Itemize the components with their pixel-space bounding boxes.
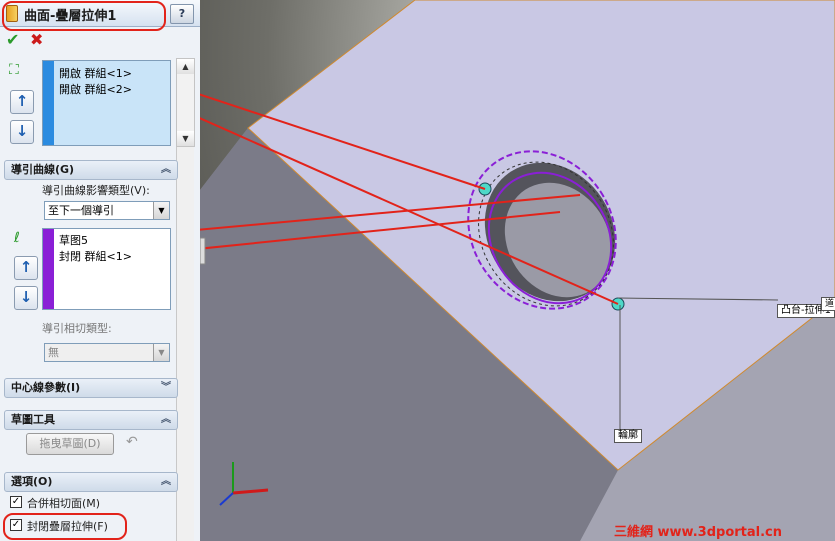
collapse-chevron-icon: ︽ [161, 414, 171, 425]
influence-type-value: 至下一個導引 [48, 204, 114, 217]
guide-item-1[interactable]: 草图5 [59, 232, 88, 248]
tangency-type-value: 無 [48, 346, 59, 359]
guide-move-down-button[interactable]: ↓ [14, 286, 38, 310]
profile-item-2[interactable]: 開啟 群組<2> [59, 81, 132, 97]
guide-move-up-button[interactable]: ↑ [14, 256, 38, 280]
options-heading: 選項(O) [11, 475, 53, 488]
influence-type-label: 導引曲線影響類型(V): [42, 184, 150, 197]
profile-move-down-button[interactable]: ↓ [10, 120, 34, 144]
tangency-type-select[interactable]: 無 ▼ [44, 343, 170, 362]
profile-label[interactable]: 輪廓 [614, 429, 642, 443]
watermark-text: 三維網 www.3dportal.cn [614, 525, 783, 540]
dropdown-arrow-icon[interactable]: ▼ [153, 344, 169, 361]
property-manager-panel: 曲面-疊層拉伸1 ? ✔ ✖ ⛶ ↑ ↓ 開啟 群組<1> 開啟 群組<2> ▲… [0, 0, 201, 541]
splitter-handle[interactable] [200, 237, 206, 265]
drag-sketch-button[interactable]: 拖曳草圖(D) [26, 433, 114, 455]
merge-tangent-label: 合併相切面(M) [27, 497, 101, 510]
expand-chevron-icon: ︾ [161, 382, 171, 393]
close-loft-highlight-oval [3, 513, 127, 540]
title-highlight-oval [2, 1, 166, 31]
profiles-list[interactable]: 開啟 群組<1> 開啟 群組<2> [42, 60, 171, 146]
profile-move-up-button[interactable]: ↑ [10, 90, 34, 114]
model-drawing [200, 0, 835, 541]
guide-curves-heading: 導引曲線(G) [11, 163, 75, 176]
guide-curve-icon: ℓ [14, 230, 20, 246]
graphics-viewport[interactable]: 凸台-拉伸1 道 輪廓 [200, 0, 835, 541]
collapse-chevron-icon: ︽ [161, 164, 171, 175]
dropdown-arrow-icon[interactable]: ▼ [153, 202, 169, 219]
help-button[interactable]: ? [170, 4, 194, 24]
guide-list-color-bar [43, 229, 54, 309]
ok-button[interactable]: ✔ [6, 30, 19, 49]
cancel-button[interactable]: ✖ [30, 30, 43, 49]
tangency-type-label: 導引相切類型: [42, 322, 112, 335]
undo-icon[interactable]: ↶ [126, 434, 138, 450]
collapse-chevron-icon: ︽ [161, 476, 171, 487]
centerline-heading: 中心線參數(I) [11, 381, 81, 394]
guide-curves-header[interactable]: 導引曲線(G) ︽ [4, 160, 178, 180]
profile-icon: ⛶ [9, 62, 19, 78]
options-header[interactable]: 選項(O) ︽ [4, 472, 178, 492]
sketch-tools-header[interactable]: 草圖工具 ︽ [4, 410, 178, 430]
profile-list-color-bar [43, 61, 54, 145]
profile-item-1[interactable]: 開啟 群組<1> [59, 65, 132, 81]
centerline-header[interactable]: 中心線參數(I) ︾ [4, 378, 178, 398]
guide-item-2[interactable]: 封閉 群組<1> [59, 248, 132, 264]
corner-tag-label: 道 [821, 297, 835, 311]
scroll-down-icon[interactable]: ▼ [177, 131, 194, 146]
guides-list[interactable]: 草图5 封閉 群組<1> [42, 228, 171, 310]
influence-type-select[interactable]: 至下一個導引 ▼ [44, 201, 170, 220]
profiles-scrollbar[interactable]: ▲ ▼ [176, 58, 195, 147]
scroll-up-icon[interactable]: ▲ [177, 59, 194, 74]
merge-tangent-checkbox[interactable]: ✓ [10, 496, 22, 508]
sketch-tools-heading: 草圖工具 [11, 413, 55, 426]
